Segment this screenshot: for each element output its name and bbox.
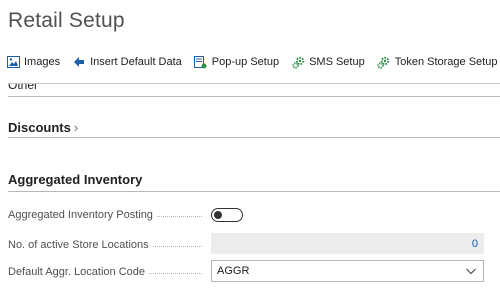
field-label-active-store-locations: No. of active Store Locations xyxy=(8,239,208,251)
images-button[interactable]: Images xyxy=(6,55,60,69)
field-label-aggregated-inventory-posting: Aggregated Inventory Posting xyxy=(8,209,208,221)
section-aggregated-label: Aggregated Inventory xyxy=(8,172,143,187)
chevron-down-icon xyxy=(465,265,477,277)
default-aggr-location-code-select[interactable]: AGGR xyxy=(211,260,484,282)
insert-default-data-label: Insert Default Data xyxy=(90,56,182,68)
aggregated-inventory-posting-toggle[interactable] xyxy=(211,208,243,222)
popup-setup-label: Pop-up Setup xyxy=(211,56,280,68)
active-locations-value-text: 0 xyxy=(471,237,478,250)
location-code-label-text: Default Aggr. Location Code xyxy=(8,266,145,278)
leader-dots xyxy=(156,215,202,217)
sms-setup-label: SMS Setup xyxy=(309,56,365,68)
sms-setup-button[interactable]: SMS Setup xyxy=(291,55,365,69)
page-title: Retail Setup xyxy=(8,9,125,32)
section-divider xyxy=(8,96,500,97)
action-bar: Images Insert Default Data Pop-up Setup … xyxy=(6,52,500,72)
section-other-label: Other xyxy=(8,84,39,92)
section-header-other[interactable]: Other xyxy=(8,84,128,93)
images-label: Images xyxy=(24,56,61,68)
posting-label-text: Aggregated Inventory Posting xyxy=(8,209,153,221)
active-locations-label-text: No. of active Store Locations xyxy=(8,239,149,251)
token-storage-setup-label: Token Storage Setup xyxy=(394,56,498,68)
location-code-value-text: AGGR xyxy=(217,265,250,277)
gears-icon xyxy=(291,55,305,69)
popup-setup-icon xyxy=(194,55,208,69)
popup-setup-button[interactable]: Pop-up Setup xyxy=(194,55,279,69)
image-icon xyxy=(6,55,20,69)
leader-dots xyxy=(152,245,202,247)
active-store-locations-value[interactable]: 0 xyxy=(211,233,484,254)
section-divider xyxy=(8,137,500,138)
field-label-default-aggr-location-code: Default Aggr. Location Code xyxy=(8,266,208,278)
gears-icon xyxy=(377,55,391,69)
chevron-right-icon: › xyxy=(73,120,79,135)
section-discounts-label: Discounts xyxy=(8,120,71,135)
section-header-discounts[interactable]: Discounts › xyxy=(8,120,78,135)
arrow-left-icon xyxy=(72,55,86,69)
insert-default-data-button[interactable]: Insert Default Data xyxy=(72,55,182,69)
toggle-knob xyxy=(214,210,222,219)
leader-dots xyxy=(148,272,202,274)
token-storage-setup-button[interactable]: Token Storage Setup xyxy=(377,55,498,69)
section-divider xyxy=(8,191,500,192)
section-header-aggregated-inventory[interactable]: Aggregated Inventory xyxy=(8,172,142,187)
